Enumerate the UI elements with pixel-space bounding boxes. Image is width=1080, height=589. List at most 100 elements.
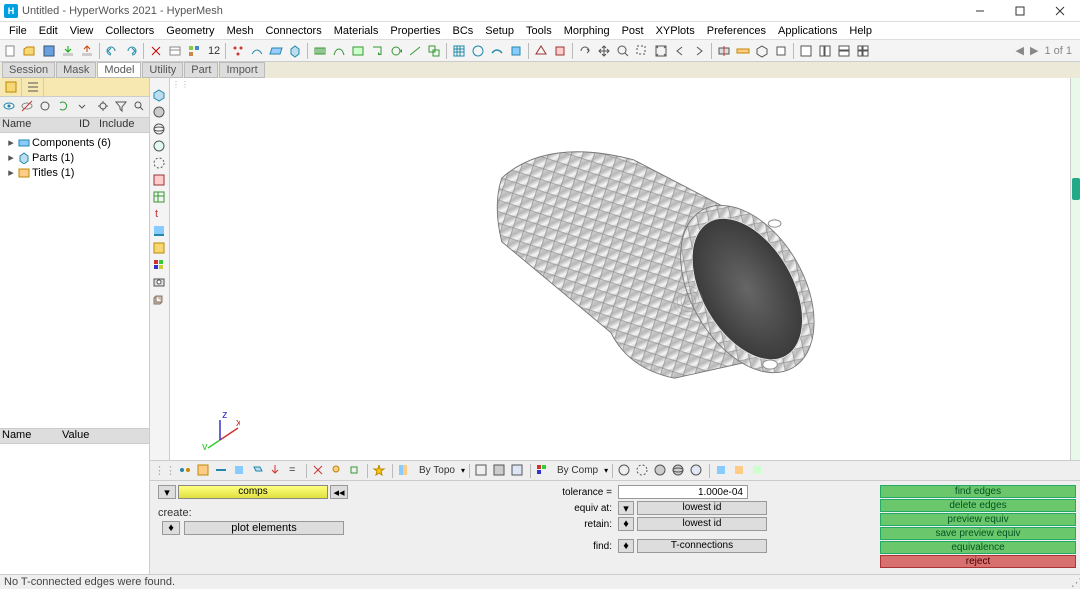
disp-shrink-icon[interactable]	[347, 463, 363, 479]
view-icon[interactable]	[772, 42, 790, 60]
renumber-icon[interactable]: 12	[204, 42, 222, 60]
capture-icon[interactable]	[152, 275, 168, 291]
color-icon[interactable]	[152, 258, 168, 274]
toggle-geom-icon[interactable]	[152, 173, 168, 189]
menu-connectors[interactable]: Connectors	[260, 24, 326, 38]
disp-equation-icon[interactable]: =	[286, 463, 302, 479]
shrinkwrap-icon[interactable]	[469, 42, 487, 60]
visual-shaded-icon[interactable]	[152, 105, 168, 121]
menu-properties[interactable]: Properties	[385, 24, 445, 38]
menu-mesh[interactable]: Mesh	[222, 24, 259, 38]
menu-geometry[interactable]: Geometry	[161, 24, 219, 38]
tree-col-include[interactable]: Include	[99, 118, 149, 132]
page-prev-icon[interactable]: ◀	[1016, 44, 1024, 57]
toggle-mesh-icon[interactable]	[152, 190, 168, 206]
tolerance-input[interactable]	[618, 485, 748, 499]
bytopo-label[interactable]: By Topo	[415, 465, 459, 476]
disp-star-icon[interactable]	[372, 463, 388, 479]
comps-seek-button[interactable]: ◂◂	[330, 485, 348, 499]
maximize-button[interactable]	[1000, 0, 1040, 22]
action-reject[interactable]: reject	[880, 555, 1076, 568]
misc3-icon[interactable]	[750, 463, 766, 479]
export-icon[interactable]	[78, 42, 96, 60]
rotate-icon[interactable]	[576, 42, 594, 60]
pan-icon[interactable]	[595, 42, 613, 60]
transp-render-icon[interactable]	[510, 463, 526, 479]
action-delete-edges[interactable]: delete edges	[880, 499, 1076, 512]
menu-setup[interactable]: Setup	[480, 24, 519, 38]
action-save-preview-equiv[interactable]: save preview equiv	[880, 527, 1076, 540]
close-button[interactable]	[1040, 0, 1080, 22]
tab-mask[interactable]: Mask	[56, 62, 96, 78]
minimize-button[interactable]	[960, 0, 1000, 22]
visual-wire-icon[interactable]	[152, 122, 168, 138]
viewport-grip-icon[interactable]: ⋮⋮	[172, 80, 190, 89]
disp-1d-icon[interactable]	[214, 463, 230, 479]
arrowleft-icon[interactable]	[671, 42, 689, 60]
solidmap-icon[interactable]	[551, 42, 569, 60]
page-next-icon[interactable]: ▶	[1030, 44, 1038, 57]
disp-light-icon[interactable]	[329, 463, 345, 479]
menu-preferences[interactable]: Preferences	[702, 24, 771, 38]
sync-icon[interactable]	[56, 99, 71, 115]
organize-icon[interactable]	[185, 42, 203, 60]
wire-render-icon[interactable]	[474, 463, 490, 479]
quality-icon[interactable]	[507, 42, 525, 60]
tab-model[interactable]: Model	[97, 62, 141, 78]
measure-icon[interactable]	[734, 42, 752, 60]
menu-materials[interactable]: Materials	[329, 24, 384, 38]
comps-selector-button[interactable]: comps	[178, 485, 328, 499]
menu-applications[interactable]: Applications	[773, 24, 842, 38]
disp-3d-icon[interactable]	[250, 463, 266, 479]
open-icon[interactable]	[21, 42, 39, 60]
new-icon[interactable]	[2, 42, 20, 60]
zoombox-icon[interactable]	[633, 42, 651, 60]
layout1-icon[interactable]	[797, 42, 815, 60]
config-icon[interactable]	[96, 99, 111, 115]
menu-xyplots[interactable]: XYPlots	[651, 24, 700, 38]
layout3-icon[interactable]	[835, 42, 853, 60]
line-drag-icon[interactable]	[406, 42, 424, 60]
menu-post[interactable]: Post	[617, 24, 649, 38]
transp2-icon[interactable]	[689, 463, 705, 479]
ruled-icon[interactable]	[311, 42, 329, 60]
visual-transparent-icon[interactable]	[152, 139, 168, 155]
find-caret[interactable]: ♦	[618, 539, 634, 553]
retain-value[interactable]: lowest id	[637, 517, 767, 531]
menu-file[interactable]: File	[4, 24, 32, 38]
misc1-icon[interactable]	[714, 463, 730, 479]
menu-edit[interactable]: Edit	[34, 24, 63, 38]
3d-viewport[interactable]: ⋮⋮	[170, 78, 1070, 460]
spin-icon[interactable]	[387, 42, 405, 60]
save-icon[interactable]	[40, 42, 58, 60]
action-equivalence[interactable]: equivalence	[880, 541, 1076, 554]
grip-icon[interactable]: ⋮⋮	[154, 464, 176, 477]
hidden2-icon[interactable]	[635, 463, 651, 479]
delete-icon[interactable]	[147, 42, 165, 60]
tree-item-parts[interactable]: ▸ Parts (1)	[2, 150, 147, 165]
browser-components-tab-icon[interactable]	[0, 78, 22, 96]
menu-bcs[interactable]: BCs	[448, 24, 479, 38]
spline-icon[interactable]	[330, 42, 348, 60]
book-icon[interactable]	[152, 241, 168, 257]
filter-icon[interactable]	[114, 99, 129, 115]
comp-color-icon[interactable]	[535, 463, 551, 479]
status-resize-grip-icon[interactable]: ⋰	[1071, 576, 1080, 589]
browser-list-tab-icon[interactable]	[22, 78, 44, 96]
automesh-icon[interactable]	[450, 42, 468, 60]
visual-hidden-icon[interactable]	[152, 156, 168, 172]
tree-item-titles[interactable]: ▸ Titles (1)	[2, 165, 147, 180]
retain-caret[interactable]: ♦	[618, 517, 634, 531]
equiv-at-caret[interactable]: ▾	[618, 501, 634, 515]
shade2-icon[interactable]	[653, 463, 669, 479]
scale-thickness-icon[interactable]: t	[152, 207, 168, 223]
topo-color-icon[interactable]	[397, 463, 413, 479]
find-value-button[interactable]: T-connections	[637, 539, 767, 553]
hide-icon[interactable]	[20, 99, 35, 115]
tree-col-id[interactable]: ID	[79, 118, 99, 132]
visualize-tab-icon[interactable]	[152, 224, 168, 240]
iso-icon[interactable]	[753, 42, 771, 60]
tab-import[interactable]: Import	[219, 62, 264, 78]
zoom-icon[interactable]	[614, 42, 632, 60]
undo-icon[interactable]	[103, 42, 121, 60]
